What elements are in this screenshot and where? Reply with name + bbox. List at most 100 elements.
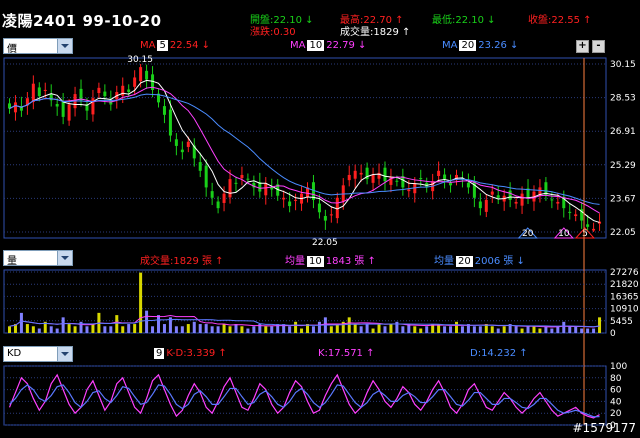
volume-bar [538,328,542,333]
volume-bar [371,328,375,333]
volume-bar [186,324,190,333]
volume-bar [61,317,65,333]
candle-body [162,106,166,115]
candle-body [323,216,327,221]
volume-bar [270,326,274,333]
candle-body [371,174,375,183]
volume-bar [109,326,113,333]
volume-bar [139,272,143,333]
volume-bar [55,328,59,333]
volume-bar [472,326,476,333]
volume-bar [145,310,149,333]
volume-bar [335,324,339,333]
watermark: #1579177 [572,421,637,435]
candle-body [419,178,423,180]
candle-body [31,83,35,102]
volume-bar [377,324,381,333]
volume-tick-label: 5455 [610,317,633,327]
volume-bar [49,326,53,333]
volume-bar [347,317,351,333]
candle-body [127,89,131,92]
candle-body [37,87,41,97]
volume-bar [174,326,178,333]
kd-tick-label: 60 [610,386,622,396]
candle-body [186,141,190,147]
low-marker: 22.05 [312,238,338,248]
volume-tick-label: 21820 [610,280,639,290]
ma-marker-label: 5 [582,229,588,239]
candle-body [586,224,590,227]
volume-bar [67,324,71,333]
volume-bar [460,326,464,333]
volume-bar [383,326,387,333]
candle-body [282,197,286,200]
candle-body [55,104,59,107]
volume-bar [419,328,423,333]
volume-bar [550,328,554,333]
volume-bar [317,321,321,333]
candle-body [174,139,178,146]
volume-bar [216,326,220,333]
candle-body [61,101,65,117]
volume-bar [198,324,202,333]
volume-bar [544,326,548,333]
kd-tick-label: 40 [610,397,622,407]
volume-bar [222,324,226,333]
candle-body [139,67,143,82]
volume-bar [568,326,572,333]
volume-bar [133,324,137,333]
volume-bar [300,328,304,333]
candle-body [449,182,453,186]
volume-bar [151,326,155,333]
volume-bar [73,326,77,333]
candle-body [514,201,518,204]
ma-marker-label: 20 [522,229,534,239]
volume-bar [353,324,357,333]
candle-body [103,91,107,97]
candle-body [395,180,399,182]
candle-body [13,102,17,113]
candle-body [443,174,447,180]
kd-tick-label: 20 [610,409,622,419]
volume-bar [496,328,500,333]
candle-body [556,201,560,204]
k-line [8,373,600,419]
volume-bar [413,326,417,333]
price-tick-label: 30.15 [610,60,636,70]
volume-tick-label: 16365 [610,292,639,302]
candle-body [478,201,482,209]
ma10-line [9,86,600,214]
candle-body [347,174,351,181]
price-tick-label: 22.05 [610,228,636,238]
volume-bar [121,326,125,333]
volume-bar [359,326,363,333]
volume-bar [586,328,590,333]
volume-bar [365,324,369,333]
candle-body [550,199,554,201]
panel-frame [3,57,607,239]
price-tick-label: 26.91 [610,127,636,137]
candle-body [520,193,524,206]
volume-bar [19,312,23,333]
volume-bar [514,326,518,333]
candle-body [216,201,220,209]
candle-body [67,104,71,121]
volume-bar [115,315,119,333]
volume-bar [103,326,107,333]
volume-bar [234,324,238,333]
volume-bar [502,326,506,333]
volume-bar [526,326,530,333]
candle-body [264,183,268,196]
volume-bar [85,326,89,333]
volume-tick-label: 27276 [610,268,639,278]
volume-bar [264,326,268,333]
candle-body [317,203,321,213]
volume-bar [192,321,196,333]
volume-bar [598,317,602,333]
candle-body [592,228,596,231]
candle-body [121,85,125,96]
volume-bar [574,326,578,333]
candle-body [383,167,387,182]
candle-body [180,149,184,153]
volume-bar [329,326,333,333]
